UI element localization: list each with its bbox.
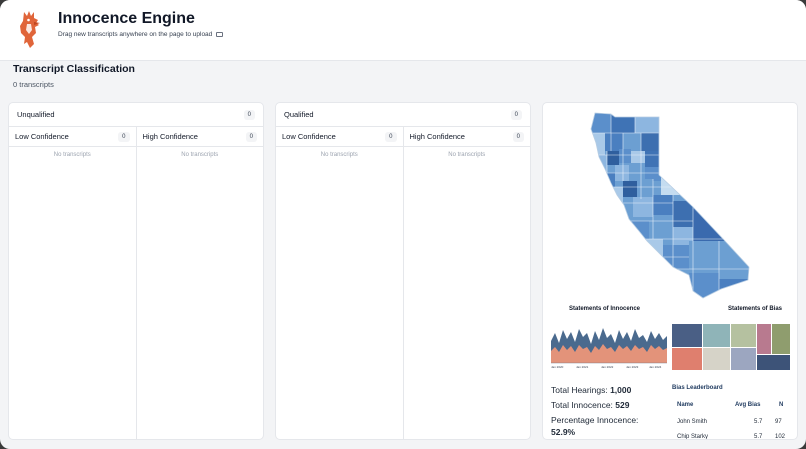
column-label: High Confidence — [142, 132, 198, 141]
row-n: 102 — [775, 434, 786, 440]
unqualified-high-confidence-column[interactable]: High Confidence 0 No transcripts — [135, 127, 263, 439]
app-header: Innocence Engine Drag new transcripts an… — [0, 0, 806, 61]
row-name: Chip Starky — [677, 434, 709, 440]
row-avg-bias: 5.7 — [754, 434, 763, 440]
app-title: Innocence Engine — [58, 10, 195, 27]
empty-state: No transcripts — [181, 152, 219, 158]
stat-value: 529 — [615, 400, 630, 410]
x-tick-label: Jan 2024 — [649, 365, 662, 369]
california-county-map[interactable] — [543, 103, 798, 303]
rooster-logo-icon — [20, 11, 40, 48]
panel-label: Unqualified — [17, 110, 55, 119]
x-tick-label: Jan 2020 — [551, 365, 564, 369]
dashboard-panel: Statements of Innocence Statements of Bi… — [542, 102, 798, 440]
count-badge: 0 — [510, 109, 522, 120]
empty-state: No transcripts — [448, 152, 486, 158]
app-window: Innocence Engine Drag new transcripts an… — [0, 0, 806, 449]
treemap-cell — [772, 324, 790, 354]
qualified-high-confidence-column[interactable]: High Confidence 0 No transcripts — [402, 127, 530, 439]
percentage-innocence-stat: Percentage Innocence: 52.9% — [551, 415, 638, 437]
bias-treemap[interactable] — [672, 324, 790, 370]
treemap-cell — [757, 324, 771, 354]
qualified-panel: Qualified 0 Low Confidence 0 No transcri… — [275, 102, 531, 440]
transcript-count: 0 transcripts — [13, 80, 54, 89]
column-header: Low Confidence 0 — [276, 127, 403, 147]
row-n: 97 — [775, 419, 782, 425]
column-header-avg-bias: Avg Bias — [735, 402, 761, 408]
count-badge: 0 — [243, 109, 255, 120]
stat-value: 1,000 — [610, 385, 632, 395]
column-header: High Confidence 0 — [403, 127, 530, 147]
stat-label: Total Hearings: — [551, 385, 608, 395]
stat-label: Total Innocence: — [551, 400, 613, 410]
x-tick-label: Jan 2021 — [576, 365, 589, 369]
column-header-n: N — [779, 402, 784, 408]
column-header: High Confidence 0 — [136, 127, 263, 147]
panel-label: Qualified — [284, 110, 314, 119]
column-header: Low Confidence 0 — [9, 127, 136, 147]
treemap-cell — [672, 324, 702, 347]
x-tick-label: Jan 2023 — [626, 365, 639, 369]
count-badge: 0 — [385, 131, 397, 142]
count-badge: 0 — [245, 131, 257, 142]
treemap-cell — [703, 324, 730, 347]
total-hearings-stat: Total Hearings: 1,000 — [551, 385, 631, 395]
x-tick-label: Jan 2022 — [601, 365, 614, 369]
qualified-header: Qualified 0 — [276, 103, 530, 127]
unqualified-panel: Unqualified 0 Low Confidence 0 No transc… — [8, 102, 264, 440]
chat-icon — [216, 32, 224, 37]
row-name: John Smith — [677, 419, 708, 425]
treemap-cell — [757, 355, 790, 370]
innocence-chart-title: Statements of Innocence — [569, 306, 641, 312]
leaderboard-title: Bias Leaderboard — [672, 385, 723, 391]
count-badge: 0 — [512, 131, 524, 142]
column-header-name: Name — [677, 402, 694, 408]
unqualified-low-confidence-column[interactable]: Low Confidence 0 No transcripts — [9, 127, 136, 439]
treemap-cell — [731, 324, 756, 347]
column-label: Low Confidence — [282, 132, 336, 141]
count-badge: 0 — [118, 131, 130, 142]
row-avg-bias: 5.7 — [754, 419, 763, 425]
bias-chart-title: Statements of Bias — [728, 306, 783, 312]
empty-state: No transcripts — [320, 152, 358, 158]
total-innocence-stat: Total Innocence: 529 — [551, 400, 629, 410]
stat-label: Percentage Innocence: — [551, 415, 639, 425]
qualified-low-confidence-column[interactable]: Low Confidence 0 No transcripts — [276, 127, 403, 439]
upload-hint-text: Drag new transcripts anywhere on the pag… — [58, 31, 213, 38]
unqualified-header: Unqualified 0 — [9, 103, 263, 127]
column-label: High Confidence — [409, 132, 465, 141]
treemap-cell — [672, 348, 702, 370]
section-title: Transcript Classification — [13, 63, 135, 75]
innocence-area-chart[interactable]: Jan 2020 Jan 2021 Jan 2022 Jan 2023 Jan … — [549, 321, 671, 371]
treemap-cell — [703, 348, 730, 370]
treemap-cell — [731, 348, 756, 370]
empty-state: No transcripts — [53, 152, 91, 158]
upload-hint: Drag new transcripts anywhere on the pag… — [58, 31, 224, 38]
column-label: Low Confidence — [15, 132, 69, 141]
stat-value: 52.9% — [551, 427, 576, 437]
